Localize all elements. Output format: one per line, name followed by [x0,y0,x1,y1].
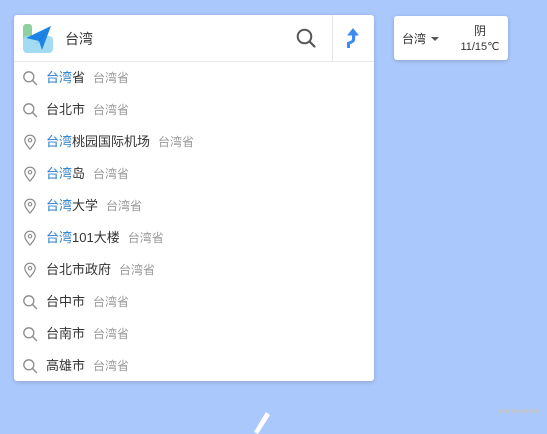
suggestion-list: 台湾省 台湾省 台北市 台湾省 台湾桃园国际机场 台湾省 台湾岛 台湾省 台湾大学 台湾省 台湾10… [14,62,374,382]
suggestion-item[interactable]: 台湾岛 台湾省 [14,158,374,190]
search-input[interactable] [65,28,285,50]
suggestion-item[interactable]: 台中市 台湾省 [14,286,374,318]
suggestion-item[interactable]: 台北市政府 台湾省 [14,254,374,286]
search-bar-divider [332,15,333,61]
suggestion-item[interactable]: 台湾大学 台湾省 [14,190,374,222]
suggestion-region: 台湾省 [127,231,164,245]
search-icon [23,103,38,118]
suggestion-item[interactable]: 高雄市 台湾省 [14,350,374,382]
suggestion-region: 台湾省 [106,199,143,213]
suggestion-highlight: 台湾 [46,166,73,181]
suggestion-region: 台湾省 [93,167,130,181]
location-pin-icon [24,230,36,246]
chevron-down-icon [431,37,440,41]
search-bar [14,15,374,62]
search-icon [23,71,38,86]
suggestion-item[interactable]: 台南市 台湾省 [14,318,374,350]
map-zoom-controls-icon[interactable] [495,398,543,424]
suggestion-name: 101大楼 [72,230,120,245]
weather-temperature: 11/15℃ [460,41,500,53]
search-icon [23,295,38,310]
suggestion-region: 台湾省 [93,103,130,117]
suggestion-name: 台北市 [46,102,86,117]
suggestion-name: 台北市政府 [46,262,112,277]
suggestion-region: 台湾省 [93,71,130,85]
suggestion-region: 台湾省 [119,263,156,277]
weather-widget: 台湾 阴 11/15℃ [394,16,508,60]
search-icon[interactable] [295,27,317,49]
search-icon [23,327,38,342]
suggestion-item[interactable]: 台湾省 台湾省 [14,62,374,94]
suggestion-item[interactable]: 台湾桃园国际机场 台湾省 [14,126,374,158]
location-pin-icon [24,134,36,150]
suggestion-name: 台南市 [46,326,86,341]
weather-condition: 阴 [473,24,486,38]
location-pin-icon [24,198,36,214]
suggestion-name: 高雄市 [46,358,86,373]
suggestion-region: 台湾省 [93,327,130,341]
suggestion-name: 台中市 [46,294,86,309]
suggestion-name: 大学 [72,198,99,213]
suggestion-region: 台湾省 [93,295,130,309]
suggestion-highlight: 台湾 [46,70,73,85]
suggestion-region: 台湾省 [158,135,195,149]
suggestion-region: 台湾省 [93,359,130,373]
suggestion-highlight: 台湾 [46,230,73,245]
search-icon [23,359,38,374]
city-name: 台湾 [402,32,427,46]
suggestion-highlight: 台湾 [46,134,73,149]
suggestion-name: 桃园国际机场 [72,134,151,149]
city-selector[interactable]: 台湾 [402,30,440,47]
suggestion-name: 岛 [72,166,86,181]
suggestion-item[interactable]: 台湾101大楼 台湾省 [14,222,374,254]
suggestion-item[interactable]: 台北市 台湾省 [14,94,374,126]
location-pin-icon [24,262,36,278]
route-directions-icon[interactable] [341,26,365,50]
search-panel: 台湾省台湾省台北市台湾省台湾桃园国际机场台湾省台湾岛台湾省台湾大学台湾省台湾10… [14,15,374,381]
location-pin-icon [24,166,36,182]
suggestion-highlight: 台湾 [46,198,73,213]
suggestion-name: 省 [72,70,86,85]
app-logo-icon [23,24,53,53]
